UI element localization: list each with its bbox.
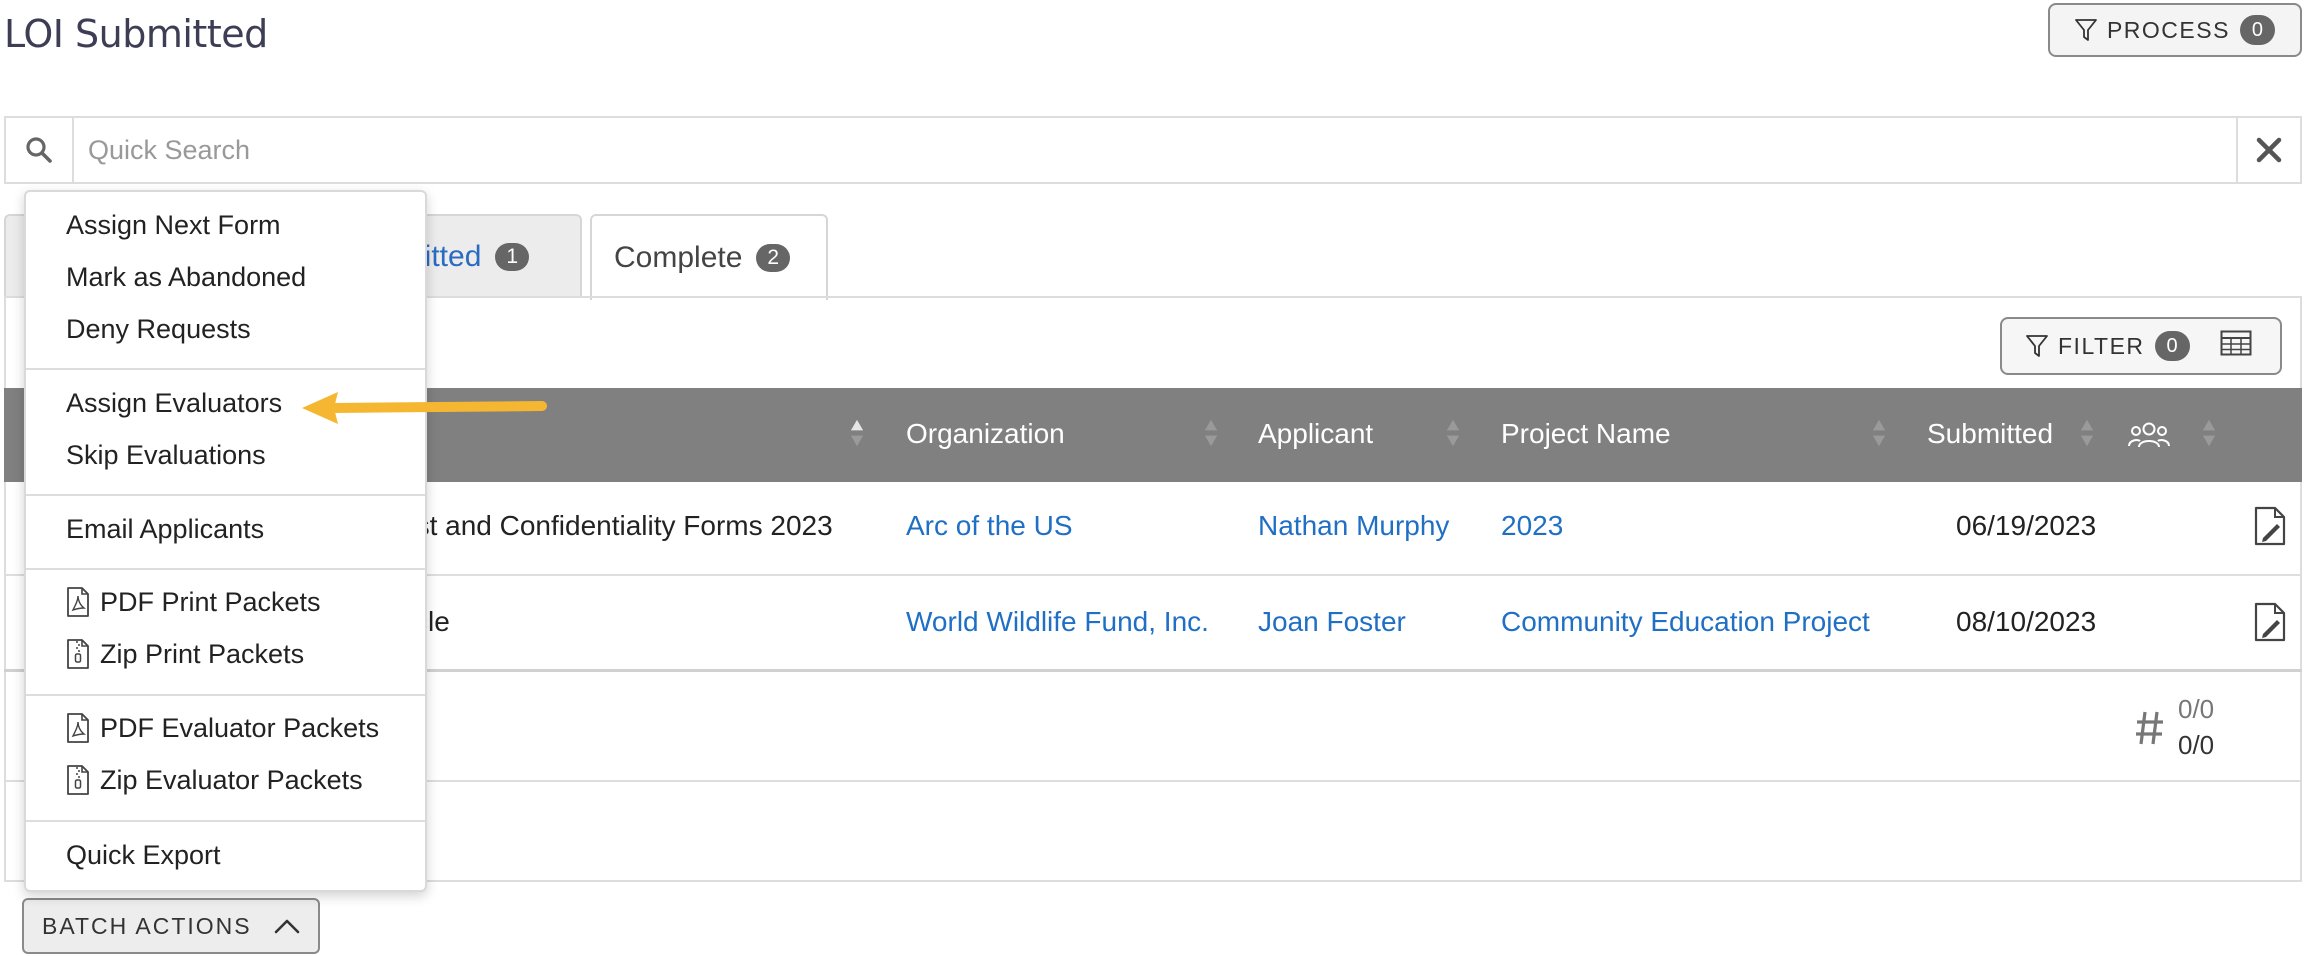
funnel-icon xyxy=(2075,19,2097,41)
menu-divider xyxy=(26,368,425,370)
menu-item-zip-print-packets[interactable]: Zip Print Packets xyxy=(66,638,304,670)
zip-file-icon xyxy=(67,639,89,669)
applicant-link[interactable]: Joan Foster xyxy=(1258,606,1406,638)
column-applicant[interactable]: Applicant xyxy=(1258,418,1373,450)
search-bar xyxy=(4,116,2302,184)
sort-icon[interactable] xyxy=(850,416,864,450)
sort-icon[interactable] xyxy=(1446,416,1460,450)
column-project-name[interactable]: Project Name xyxy=(1501,418,1671,450)
tab-complete[interactable]: Complete 2 xyxy=(590,214,828,300)
annotation-arrow-icon xyxy=(302,392,547,424)
project-link[interactable]: 2023 xyxy=(1501,510,1563,542)
zip-evaluator-packets-label: Zip Evaluator Packets xyxy=(100,764,363,795)
column-submitted[interactable]: Submitted xyxy=(1927,418,2053,450)
menu-item-skip-evaluations[interactable]: Skip Evaluations xyxy=(66,440,266,471)
tab-complete-count: 2 xyxy=(756,244,791,272)
submitted-date: 08/10/2023 xyxy=(1956,606,2097,637)
menu-divider xyxy=(26,494,425,496)
menu-item-pdf-evaluator-packets[interactable]: PDF Evaluator Packets xyxy=(66,712,379,744)
menu-item-zip-evaluator-packets[interactable]: Zip Evaluator Packets xyxy=(66,764,363,796)
search-input[interactable] xyxy=(74,118,2236,182)
clear-search-button[interactable] xyxy=(2236,118,2300,182)
chevron-up-icon xyxy=(274,919,299,934)
menu-divider xyxy=(26,694,425,696)
evaluators-group-icon xyxy=(2128,422,2170,448)
menu-divider xyxy=(26,820,425,822)
sort-icon[interactable] xyxy=(2202,416,2216,450)
submitted-date: 06/19/2023 xyxy=(1956,510,2097,541)
count-bottom: 0/0 xyxy=(2178,730,2215,760)
pdf-evaluator-packets-label: PDF Evaluator Packets xyxy=(100,712,380,743)
page-title: LOI Submitted xyxy=(4,12,268,56)
menu-item-assign-next-form[interactable]: Assign Next Form xyxy=(66,210,281,241)
column-organization[interactable]: Organization xyxy=(906,418,1065,450)
batch-actions-label: BATCH ACTIONS xyxy=(42,912,252,939)
filter-label: FILTER xyxy=(2058,332,2145,359)
search-button[interactable] xyxy=(6,118,74,182)
column-layout-button[interactable] xyxy=(2220,330,2252,362)
sort-icon[interactable] xyxy=(1204,416,1218,450)
menu-item-quick-export[interactable]: Quick Export xyxy=(66,840,221,871)
tab-submitted-count: 1 xyxy=(495,243,530,271)
pdf-print-packets-label: PDF Print Packets xyxy=(100,586,321,617)
process-count-badge: 0 xyxy=(2239,15,2276,45)
filter-count-badge: 0 xyxy=(2154,331,2190,361)
project-link[interactable]: Community Education Project xyxy=(1501,606,1870,638)
menu-item-email-applicants[interactable]: Email Applicants xyxy=(66,514,264,545)
zip-print-packets-label: Zip Print Packets xyxy=(100,638,305,669)
count-top: 0/0 xyxy=(2178,694,2215,724)
zip-file-icon xyxy=(67,765,89,795)
menu-item-pdf-print-packets[interactable]: PDF Print Packets xyxy=(66,586,321,618)
organization-link[interactable]: World Wildlife Fund, Inc. xyxy=(906,606,1209,638)
edit-document-icon[interactable] xyxy=(2254,602,2286,642)
process-button[interactable]: PROCESS 0 xyxy=(2048,3,2302,57)
menu-item-assign-evaluators[interactable]: Assign Evaluators xyxy=(66,388,282,419)
form-name-cell: est and Confidentiality Forms 2023 xyxy=(400,510,833,541)
table-grid-icon xyxy=(2220,330,2252,356)
pdf-file-icon xyxy=(67,713,89,743)
organization-link[interactable]: Arc of the US xyxy=(906,510,1073,542)
filter-button[interactable]: FILTER 0 xyxy=(2000,317,2282,375)
batch-actions-button[interactable]: BATCH ACTIONS xyxy=(22,898,320,954)
sort-icon[interactable] xyxy=(2080,416,2094,450)
menu-divider xyxy=(26,568,425,570)
search-icon xyxy=(26,137,52,163)
funnel-icon xyxy=(2026,335,2048,357)
process-label: PROCESS xyxy=(2106,16,2230,43)
applicant-link[interactable]: Nathan Murphy xyxy=(1258,510,1449,542)
pdf-file-icon xyxy=(67,587,89,617)
hash-icon xyxy=(2136,711,2163,745)
close-icon xyxy=(2256,137,2282,163)
batch-actions-menu: Assign Next Form Mark as Abandoned Deny … xyxy=(24,190,427,892)
edit-document-icon[interactable] xyxy=(2254,506,2286,546)
tab-complete-label: Complete xyxy=(614,241,743,274)
sort-icon[interactable] xyxy=(1872,416,1886,450)
menu-item-mark-abandoned[interactable]: Mark as Abandoned xyxy=(66,262,306,293)
menu-item-deny-requests[interactable]: Deny Requests xyxy=(66,314,251,345)
